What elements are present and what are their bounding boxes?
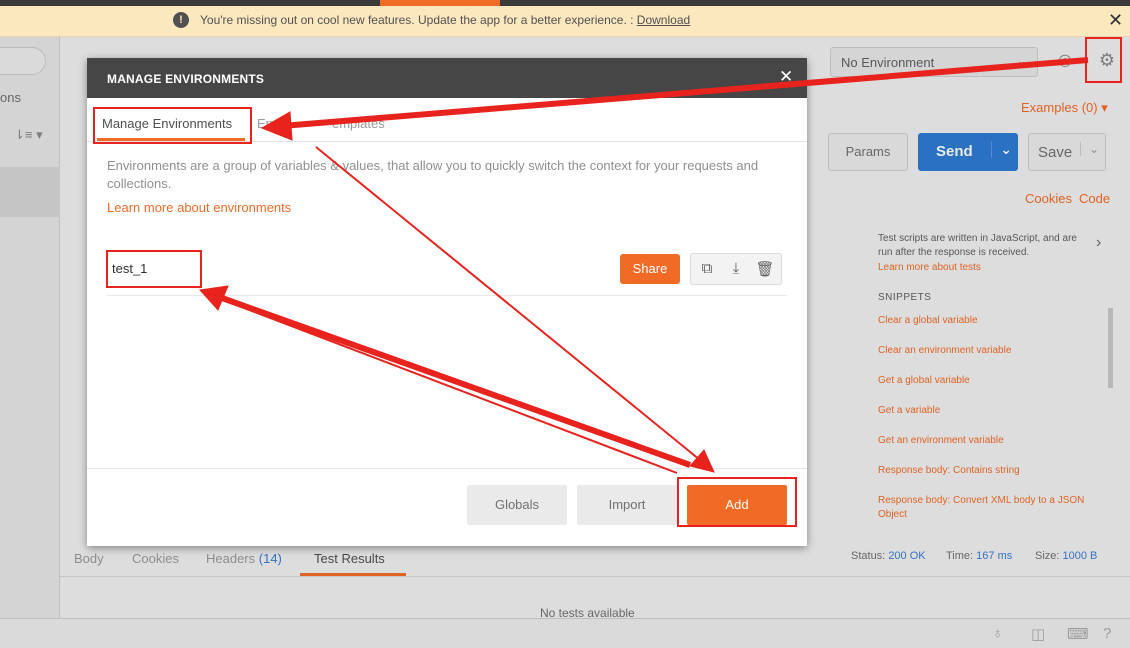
download-icon[interactable]: ⤓ — [726, 260, 746, 277]
warning-icon: ! — [173, 12, 189, 28]
import-button[interactable]: Import — [577, 485, 677, 525]
share-button[interactable]: Share — [620, 254, 680, 284]
globals-button[interactable]: Globals — [467, 485, 567, 525]
duplicate-icon[interactable]: ⧉ — [697, 260, 717, 277]
environment-actions: ⧉ ⤓ 🗑 — [690, 253, 782, 285]
annotation-box-env — [106, 250, 202, 288]
modal-title: MANAGE ENVIRONMENTS — [107, 72, 265, 86]
update-message-text: You're missing out on cool new features.… — [200, 13, 634, 27]
modal-header: MANAGE ENVIRONMENTS ✕ — [87, 58, 807, 98]
close-icon[interactable]: ✕ — [779, 67, 793, 87]
annotation-box-tab — [93, 107, 252, 144]
divider — [87, 468, 807, 469]
annotation-box-gear — [1085, 37, 1122, 83]
trash-icon[interactable]: 🗑 — [755, 260, 775, 278]
learn-environments-link[interactable]: Learn more about environments — [107, 200, 291, 215]
divider — [107, 295, 787, 296]
tab-environment-templates-suffix[interactable]: emplates — [332, 116, 385, 131]
update-message: You're missing out on cool new features.… — [200, 13, 690, 27]
download-link[interactable]: Download — [637, 13, 690, 27]
environments-description: Environments are a group of variables & … — [107, 158, 759, 191]
banner-close-icon[interactable]: ✕ — [1108, 10, 1123, 31]
update-banner: ! You're missing out on cool new feature… — [0, 6, 1130, 37]
annotation-box-add — [677, 477, 797, 527]
tab-environment-templates[interactable]: Envir — [257, 116, 287, 131]
